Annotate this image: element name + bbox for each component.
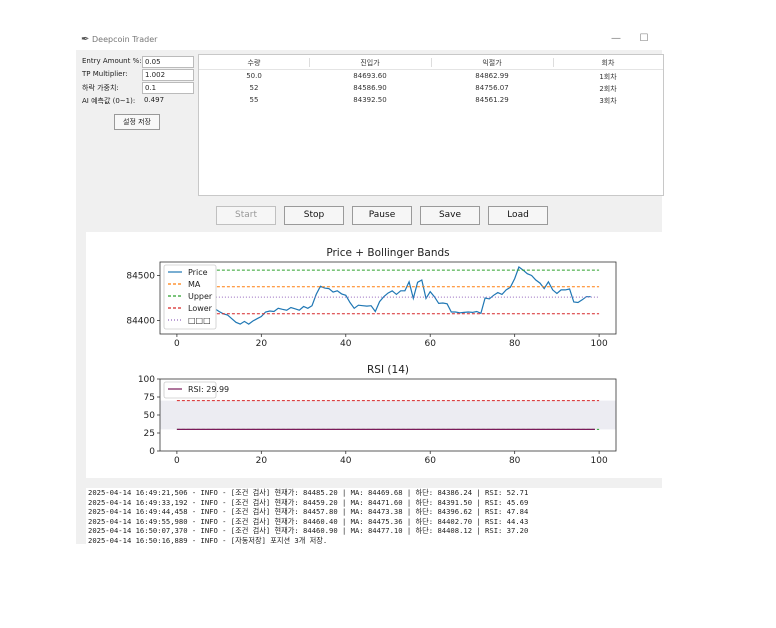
log-line: 2025-04-14 16:50:16,889 - INFO - [자동저장] … <box>88 535 328 545</box>
x-tick-label: 100 <box>591 339 608 349</box>
entry-amount-input[interactable] <box>142 56 194 68</box>
save-settings-button[interactable]: 설정 저장 <box>114 114 160 130</box>
table-cell: 1회차 <box>599 73 617 81</box>
table-cell: 84392.50 <box>353 96 387 104</box>
log-line: 2025-04-14 16:49:33,192 - INFO - [조건 검사]… <box>88 497 529 507</box>
drop-weight-label: 하락 가중치: <box>82 84 119 92</box>
log-line: 2025-04-14 16:49:44,458 - INFO - [조건 검사]… <box>88 507 529 516</box>
y-tick-label: 0 <box>149 447 155 457</box>
table-cell: 84561.29 <box>475 96 509 104</box>
minimize-button[interactable]: — <box>608 33 624 44</box>
series-line <box>176 266 591 325</box>
positions-table[interactable]: 수량 진입가 익절가 회차 50.0 84693.60 84862.99 1회차… <box>198 54 664 196</box>
plot-frame <box>159 261 617 335</box>
x-tick-label: 20 <box>256 456 268 466</box>
ai-prediction-label: AI 예측값 (0~1): <box>82 97 136 105</box>
table-cell: 2회차 <box>599 85 617 93</box>
tp-multiplier-label: TP Multiplier: <box>82 70 128 78</box>
entry-amount-row: Entry Amount %: <box>82 56 194 68</box>
column-header-qty[interactable]: 수량 <box>199 58 309 68</box>
y-tick-label: 25 <box>144 429 155 439</box>
table-cell: 3회차 <box>599 97 617 105</box>
y-tick-label: 50 <box>144 411 156 421</box>
table-cell: 84862.99 <box>475 72 509 80</box>
legend-label: Price <box>188 268 208 277</box>
legend-label: MA <box>188 280 201 289</box>
log-line: 2025-04-14 16:50:07,370 - INFO - [조건 검사]… <box>88 526 529 535</box>
table-cell: 84586.90 <box>353 84 387 92</box>
x-tick-label: 80 <box>509 456 521 466</box>
log-panel[interactable]: 2025-04-14 16:49:21,506 - INFO - [조건 검사]… <box>86 488 662 545</box>
x-tick-label: 60 <box>424 456 436 466</box>
column-header-round[interactable]: 회차 <box>553 58 663 68</box>
charts-svg: Price + Bollinger Bands 0 20 40 60 80 100 84400… <box>126 247 617 466</box>
legend-label: Lower <box>188 304 213 313</box>
chart-canvas: Price + Bollinger Bands 0 20 40 60 80 100 84400… <box>86 232 662 478</box>
y-tick-label: 84500 <box>126 272 155 282</box>
legend-label: Upper <box>188 292 213 301</box>
y-tick-label: 75 <box>144 393 155 403</box>
tp-multiplier-input[interactable] <box>142 69 194 81</box>
chart-title: Price + Bollinger Bands <box>326 247 449 259</box>
rsi-chart: RSI (14) 0 20 40 60 80 100 0 25 50 75 100 RSI: 29.99 <box>138 364 617 466</box>
maximize-button[interactable]: ☐ <box>636 33 652 44</box>
log-line: 2025-04-14 16:49:21,506 - INFO - [조건 검사]… <box>88 488 529 497</box>
drop-weight-input[interactable] <box>142 82 194 94</box>
log-line: 2025-04-14 16:49:55,980 - INFO - [조건 검사]… <box>88 516 529 526</box>
x-tick-label: 40 <box>340 456 352 466</box>
app-window: ✒ Deepcoin Trader — ☐ Entry Amount %: TP… <box>76 30 664 545</box>
x-tick-label: 100 <box>591 456 608 466</box>
table-row[interactable]: 50.0 84693.60 84862.99 1회차 <box>199 72 663 84</box>
table-row[interactable]: 55 84392.50 84561.29 3회차 <box>199 96 663 108</box>
title-bar[interactable]: ✒ Deepcoin Trader — ☐ <box>76 30 662 50</box>
rsi-band <box>160 400 616 430</box>
table-cell: 50.0 <box>246 72 262 80</box>
column-header-entry[interactable]: 진입가 <box>309 58 431 68</box>
table-cell: 52 <box>249 84 259 92</box>
table-cell: 55 <box>249 96 259 104</box>
entry-amount-label: Entry Amount %: <box>82 57 142 65</box>
y-tick-label: 84400 <box>126 317 155 327</box>
tp-multiplier-row: TP Multiplier: <box>82 69 194 81</box>
column-header-tp[interactable]: 익절가 <box>431 58 553 68</box>
stop-button[interactable]: Stop <box>284 206 344 225</box>
x-tick-label: 60 <box>424 339 436 349</box>
table-header: 수량 진입가 익절가 회차 <box>199 55 663 70</box>
feather-icon: ✒ <box>81 34 90 45</box>
pause-button[interactable]: Pause <box>352 206 412 225</box>
x-tick-label: 80 <box>509 339 521 349</box>
price-bollinger-chart: Price + Bollinger Bands 0 20 40 60 80 100 84400… <box>126 247 617 349</box>
chart-title: RSI (14) <box>367 364 409 376</box>
drop-weight-row: 하락 가중치: <box>82 82 194 94</box>
save-button[interactable]: Save <box>420 206 480 225</box>
ai-prediction-value: 0.497 <box>144 96 165 104</box>
table-cell: 84693.60 <box>353 72 387 80</box>
start-button[interactable]: Start <box>216 206 276 225</box>
ai-prediction-row: AI 예측값 (0~1): 0.497 <box>82 95 194 107</box>
x-tick-label: 20 <box>256 339 268 349</box>
x-tick-label: 0 <box>174 339 180 349</box>
table-cell: 84756.07 <box>475 84 509 92</box>
load-button[interactable]: Load <box>488 206 548 225</box>
x-tick-label: 40 <box>340 339 352 349</box>
y-tick-label: 100 <box>138 375 155 385</box>
window-title: Deepcoin Trader <box>92 35 158 44</box>
legend-label: RSI: 29.99 <box>188 385 229 394</box>
legend-label: □□□ <box>188 316 211 325</box>
table-row[interactable]: 52 84586.90 84756.07 2회차 <box>199 84 663 96</box>
x-tick-label: 0 <box>174 456 180 466</box>
